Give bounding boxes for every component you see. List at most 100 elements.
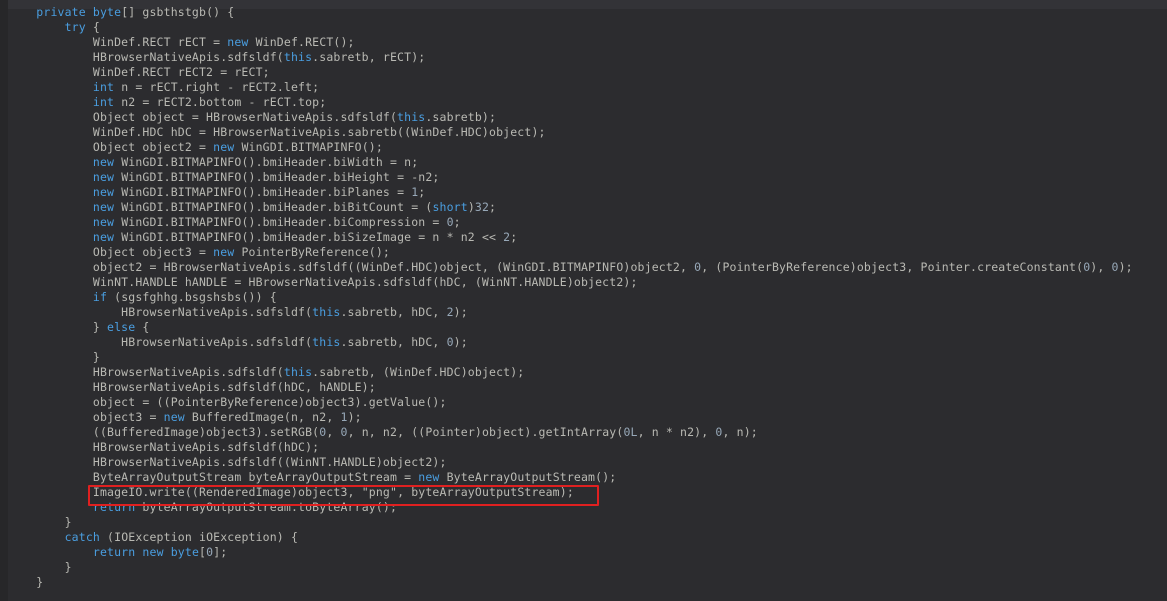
code-token: WinDef.RECT(); — [248, 35, 355, 49]
code-token: private — [36, 5, 86, 19]
code-token: ((BufferedImage)object3).setRGB( — [8, 425, 320, 439]
code-token: 0 — [446, 215, 454, 229]
code-token: ); — [1118, 260, 1133, 274]
code-line: HBrowserNativeApis.sdfsldf((WinNT.HANDLE… — [8, 455, 1133, 470]
code-token: ); — [453, 305, 468, 319]
code-line: new WinGDI.BITMAPINFO().bmiHeader.biHeig… — [8, 170, 1133, 185]
code-line: Object object2 = new WinGDI.BITMAPINFO()… — [8, 140, 1133, 155]
code-token: WinDef.RECT rECT2 = rECT; — [8, 65, 270, 79]
code-token: WinGDI.BITMAPINFO().bmiHeader.biWidth = … — [114, 155, 419, 169]
code-line: catch (IOException iOException) { — [8, 530, 1133, 545]
code-token: } — [8, 320, 108, 334]
code-line: Object object3 = new PointerByReference(… — [8, 245, 1133, 260]
code-token: short — [432, 200, 468, 214]
code-token: } — [8, 560, 72, 574]
code-token: , (PointerByReference)object3, Pointer.c… — [701, 260, 1084, 274]
code-token: new — [163, 410, 185, 424]
code-token: .sabretb, rECT); — [312, 50, 426, 64]
code-token: byteArrayOutputStream.toByteArray(); — [135, 500, 398, 514]
code-line: if (sgsfghhg.bsgshsbs()) { — [8, 290, 1133, 305]
code-token: Object object = HBrowserNativeApis.sdfsl… — [8, 110, 398, 124]
code-token: } — [8, 575, 44, 589]
code-token: HBrowserNativeApis.sdfsldf( — [8, 335, 313, 349]
code-token: new — [142, 545, 164, 559]
code-token: ); — [347, 410, 362, 424]
code-token: int — [92, 95, 115, 109]
code-token: 32 — [474, 200, 490, 214]
code-token: 0 — [1111, 260, 1119, 274]
code-token: n = rECT.right - rECT2.left; — [114, 80, 320, 94]
code-token: WinGDI.BITMAPINFO().bmiHeader.biCompress… — [114, 215, 447, 229]
code-line: HBrowserNativeApis.sdfsldf(this.sabretb,… — [8, 335, 1133, 350]
code-token: WinGDI.BITMAPINFO(); — [234, 140, 383, 154]
code-token: BufferedImage(n, n2, — [184, 410, 341, 424]
code-surface[interactable]: private byte[] gsbthstgb() { try { WinDe… — [0, 0, 1167, 601]
code-token: HBrowserNativeApis.sdfsldf( — [8, 50, 284, 64]
code-token: , n * n2), — [637, 425, 716, 439]
code-token: HBrowserNativeApis.sdfsldf((WinNT.HANDLE… — [8, 455, 447, 469]
code-line: } — [8, 560, 1133, 575]
code-token: PointerByReference(); — [234, 245, 390, 259]
code-token: try — [64, 20, 86, 34]
code-token: ; — [418, 185, 426, 199]
code-token: ByteArrayOutputStream(); — [439, 470, 617, 484]
code-line: HBrowserNativeApis.sdfsldf(this.sabretb,… — [8, 365, 1133, 380]
code-token: WinGDI.BITMAPINFO().bmiHeader.biBitCount… — [114, 200, 433, 214]
code-line: return byteArrayOutputStream.toByteArray… — [8, 500, 1133, 515]
code-line: HBrowserNativeApis.sdfsldf(this.sabretb,… — [8, 305, 1133, 320]
code-token: 0L — [623, 425, 638, 439]
code-token: ); — [453, 335, 468, 349]
code-token: Object object2 = — [8, 140, 214, 154]
code-token: WinGDI.BITMAPINFO().bmiHeader.biHeight =… — [114, 170, 440, 184]
code-line: } — [8, 515, 1133, 530]
code-token: HBrowserNativeApis.sdfsldf(hDC, hANDLE); — [8, 380, 376, 394]
code-token: , n, n2, ((Pointer)object).getIntArray( — [347, 425, 624, 439]
code-token: 2 — [446, 305, 454, 319]
code-token: Object object3 = — [8, 245, 214, 259]
code-token: ; — [489, 200, 497, 214]
code-token: new — [92, 200, 115, 214]
code-token: if — [92, 290, 108, 304]
code-token: , n); — [722, 425, 758, 439]
code-block[interactable]: private byte[] gsbthstgb() { try { WinDe… — [8, 5, 1133, 590]
code-token: WinDef.HDC hDC = HBrowserNativeApis.sabr… — [8, 125, 546, 139]
code-token: this — [312, 305, 341, 319]
code-token: WinGDI.BITMAPINFO().bmiHeader.biPlanes = — [114, 185, 412, 199]
code-token: ) — [467, 200, 475, 214]
code-token: new — [92, 185, 115, 199]
code-token: new — [227, 35, 249, 49]
code-token: .sabretb, hDC, — [340, 305, 447, 319]
code-line: WinDef.RECT rECT2 = rECT; — [8, 65, 1133, 80]
code-token: object3 = — [8, 410, 164, 424]
code-token: byte — [92, 5, 122, 19]
code-line: } — [8, 350, 1133, 365]
code-token: 0 — [340, 425, 348, 439]
code-line: int n = rECT.right - rECT2.left; — [8, 80, 1133, 95]
code-token: this — [312, 335, 341, 349]
code-token: object = ((PointerByReference)object3).g… — [8, 395, 447, 409]
code-token: ]; — [213, 545, 228, 559]
code-token: new — [213, 245, 235, 259]
code-token: , — [326, 425, 341, 439]
code-token: } — [8, 515, 72, 529]
code-line: ((BufferedImage)object3).setRGB(0, 0, n,… — [8, 425, 1133, 440]
code-token: new — [418, 470, 440, 484]
code-token: { — [85, 20, 100, 34]
code-line: new WinGDI.BITMAPINFO().bmiHeader.biSize… — [8, 230, 1133, 245]
code-token: HBrowserNativeApis.sdfsldf(hDC); — [8, 440, 320, 454]
code-line: WinDef.HDC hDC = HBrowserNativeApis.sabr… — [8, 125, 1133, 140]
code-token: new — [92, 230, 115, 244]
code-token: (sgsfghhg.bsgshsbs()) { — [107, 290, 277, 304]
code-token: this — [283, 365, 313, 379]
code-token: else — [107, 320, 136, 334]
code-line: int n2 = rECT2.bottom - rECT.top; — [8, 95, 1133, 110]
code-line: object = ((PointerByReference)object3).g… — [8, 395, 1133, 410]
code-line: WinDef.RECT rECT = new WinDef.RECT(); — [8, 35, 1133, 50]
code-token: HBrowserNativeApis.sdfsldf( — [8, 305, 313, 319]
code-token: catch — [64, 530, 100, 544]
